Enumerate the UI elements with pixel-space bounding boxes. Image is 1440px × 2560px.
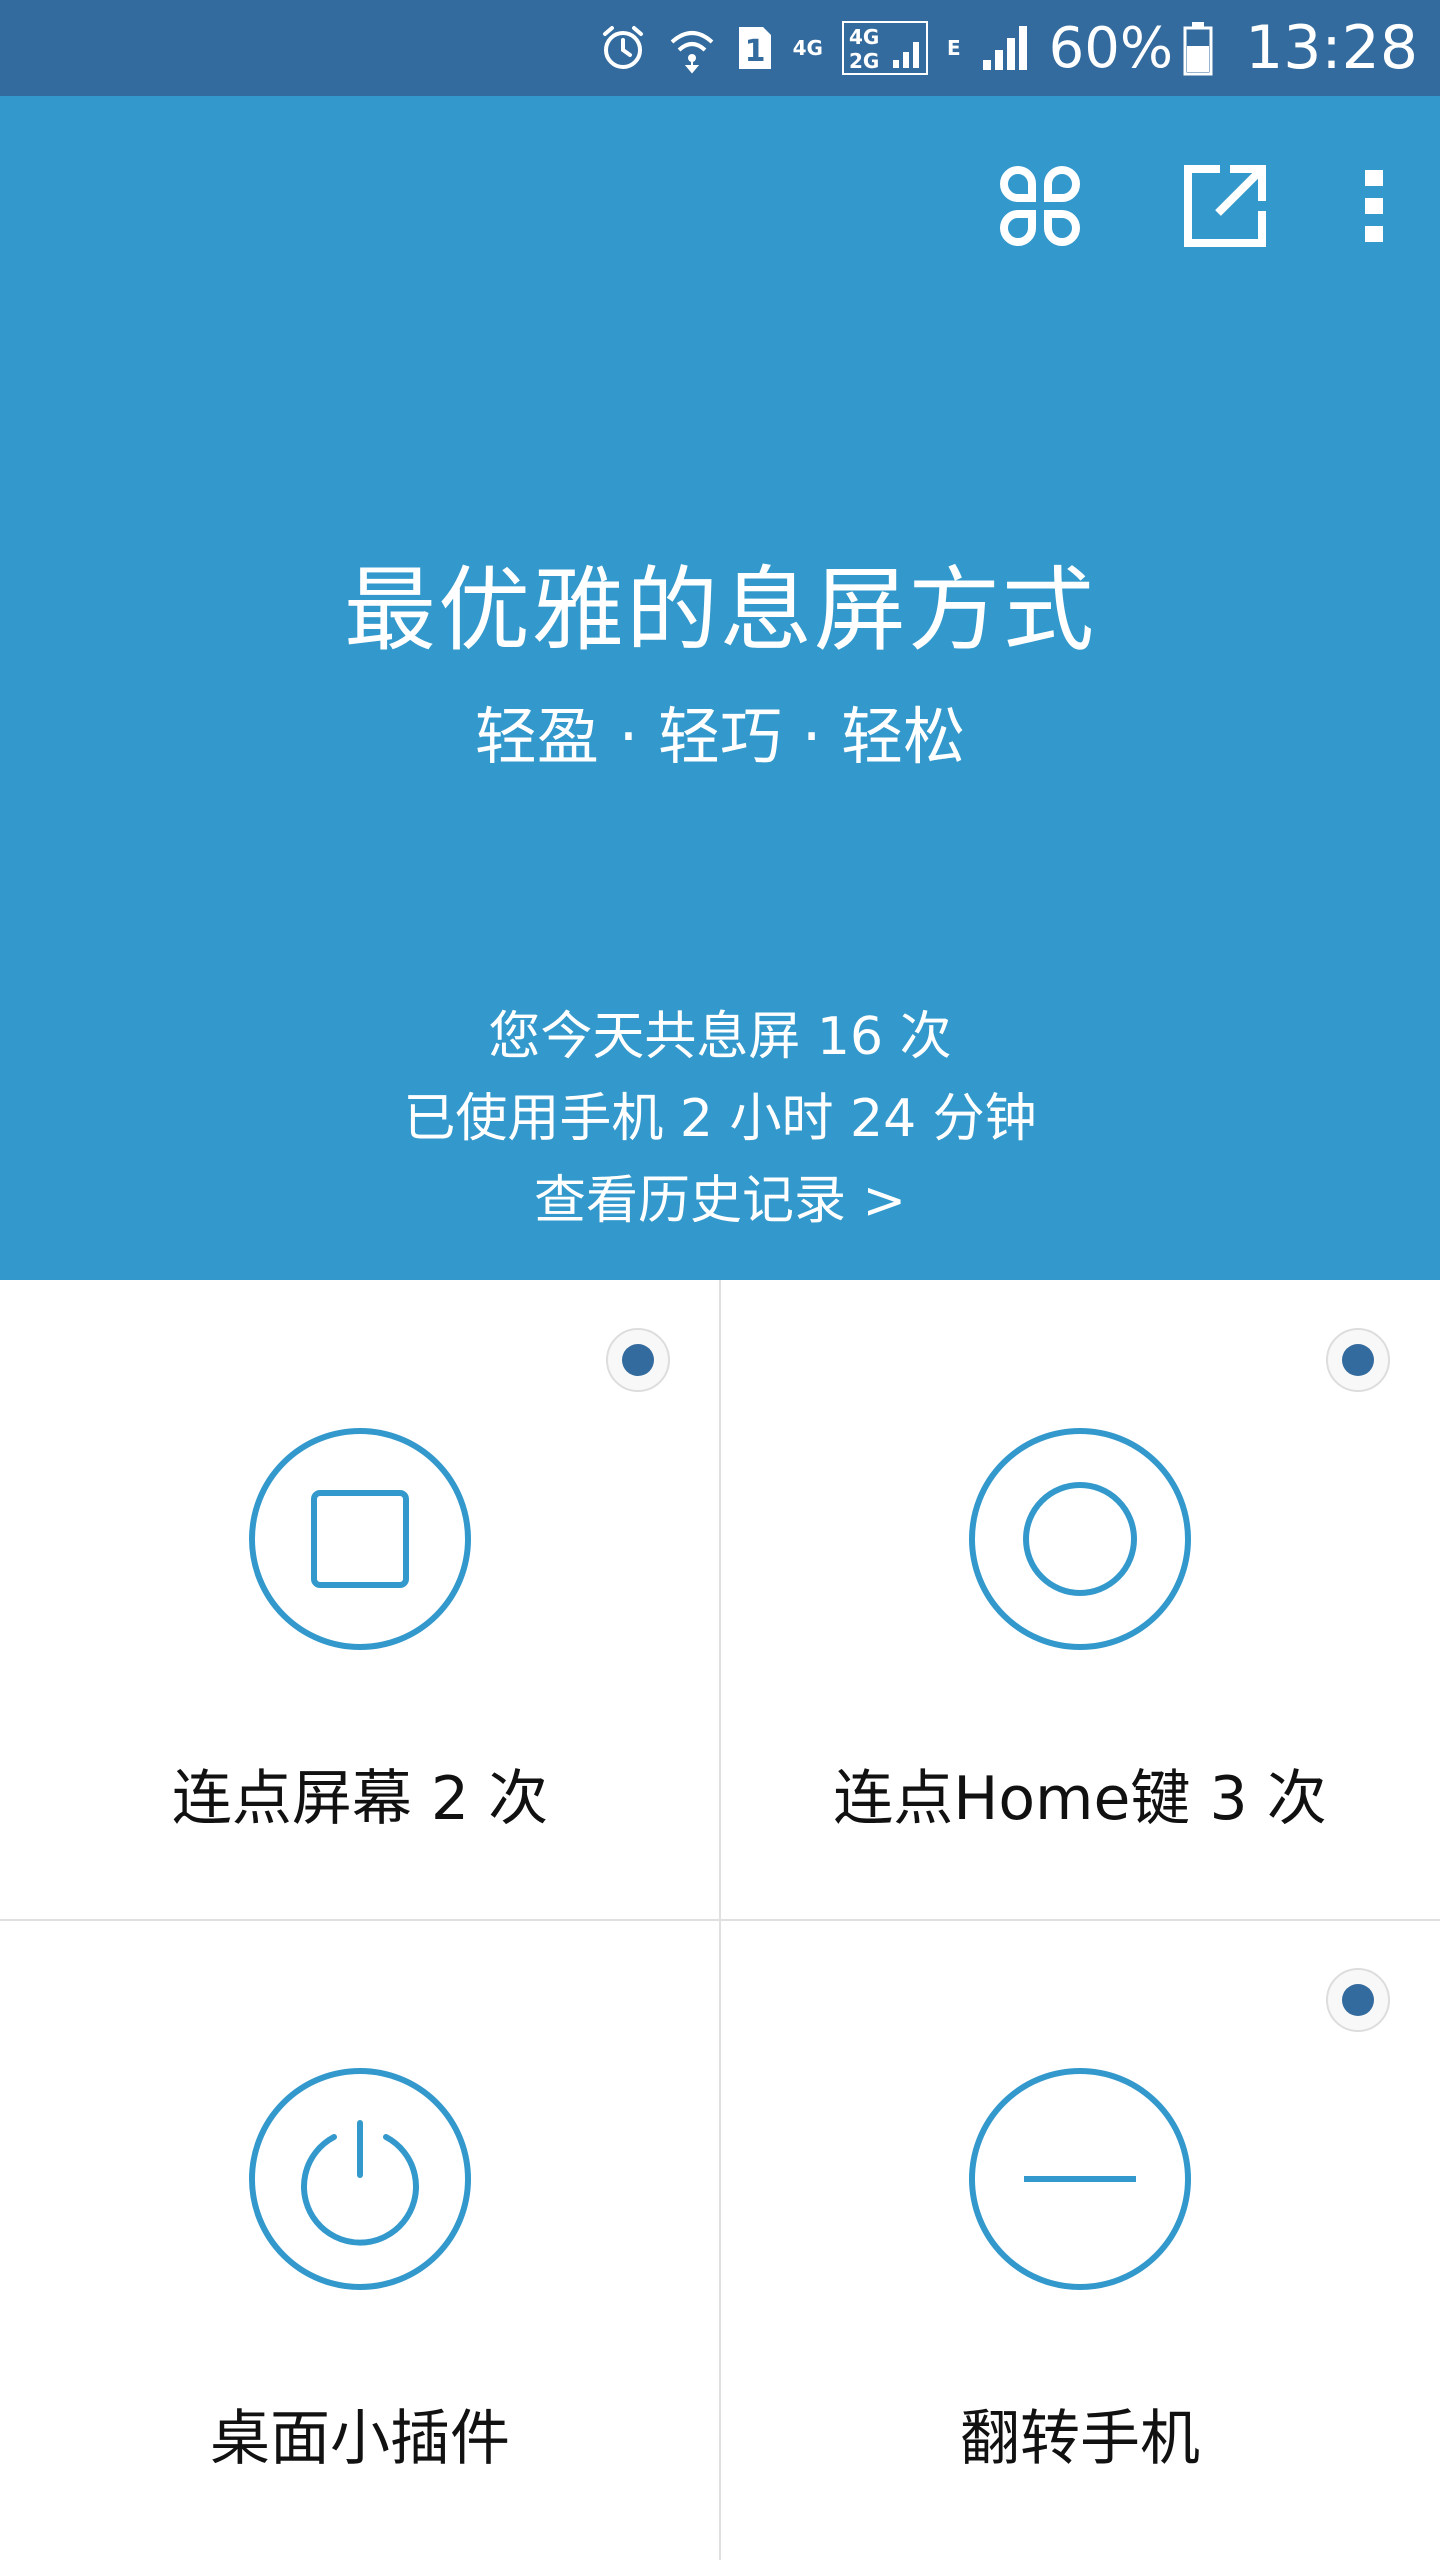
method-label: 连点屏幕 2 次 (171, 1764, 549, 1834)
slogan-subtitle: 轻盈 · 轻巧 · 轻松 (474, 700, 966, 773)
4g-label: 4G (792, 36, 823, 60)
minus-in-circle-icon (969, 2068, 1191, 2290)
more-vert-icon (1365, 170, 1383, 242)
method-double-tap-screen[interactable]: 连点屏幕 2 次 (0, 1280, 720, 1920)
status-bar: 1 4G 4G 2G E 60% 13:28 (0, 0, 1440, 96)
method-toggle[interactable] (606, 1328, 670, 1392)
screen-off-count: 您今天共息屏 16 次 (488, 1007, 952, 1067)
history-link[interactable]: 查看历史记录 > (0, 1160, 1440, 1242)
signal-4g-2g-icon: 4G 2G (841, 18, 929, 78)
alarm-icon (597, 22, 649, 74)
clock: 13:28 (1245, 13, 1418, 83)
circle-in-circle-icon (969, 1428, 1191, 1650)
share-external-icon (1184, 165, 1266, 247)
method-toggle[interactable] (1326, 1328, 1390, 1392)
method-toggle[interactable] (1326, 1968, 1390, 2032)
svg-text:2G: 2G (849, 49, 879, 73)
svg-text:4G: 4G (849, 25, 879, 49)
e-label: E (946, 36, 961, 60)
radio-dot (1342, 1984, 1374, 2016)
apps-grid-button[interactable] (990, 156, 1090, 256)
method-flip-phone[interactable]: 翻转手机 (720, 1920, 1440, 2560)
svg-text:1: 1 (744, 34, 765, 69)
radio-dot (622, 1344, 654, 1376)
more-options-button[interactable] (1310, 156, 1440, 256)
share-external-button[interactable] (1175, 156, 1275, 256)
signal-icon (979, 22, 1031, 74)
square-in-circle-icon (249, 1428, 471, 1650)
usage-stats: 您今天共息屏 16 次 已使用手机 2 小时 24 分钟 查看历史记录 > (0, 996, 1440, 1242)
radio-dot (1342, 1344, 1374, 1376)
apps-grid-icon (1000, 166, 1080, 246)
usage-time: 已使用手机 2 小时 24 分钟 (403, 1089, 1037, 1149)
battery-icon (1183, 20, 1213, 76)
header: 最优雅的息屏方式 轻盈 · 轻巧 · 轻松 您今天共息屏 16 次 已使用手机 … (0, 96, 1440, 1280)
method-triple-tap-home[interactable]: 连点Home键 3 次 (720, 1280, 1440, 1920)
power-icon (249, 2068, 471, 2290)
slogan-title: 最优雅的息屏方式 (343, 557, 1096, 664)
sim-1-icon: 1 (735, 23, 775, 73)
method-label: 连点Home键 3 次 (833, 1764, 1327, 1834)
method-grid: 连点屏幕 2 次 连点Home键 3 次 桌面小插件 翻转手机 (0, 1280, 1440, 2560)
method-desktop-widget[interactable]: 桌面小插件 (0, 1920, 720, 2560)
method-label: 桌面小插件 (210, 2404, 510, 2474)
battery-percent: 60% (1048, 15, 1174, 81)
wifi-icon (667, 22, 717, 74)
method-label: 翻转手机 (960, 2404, 1200, 2474)
status-icons: 1 4G 4G 2G E 60% 13:28 (597, 0, 1418, 96)
